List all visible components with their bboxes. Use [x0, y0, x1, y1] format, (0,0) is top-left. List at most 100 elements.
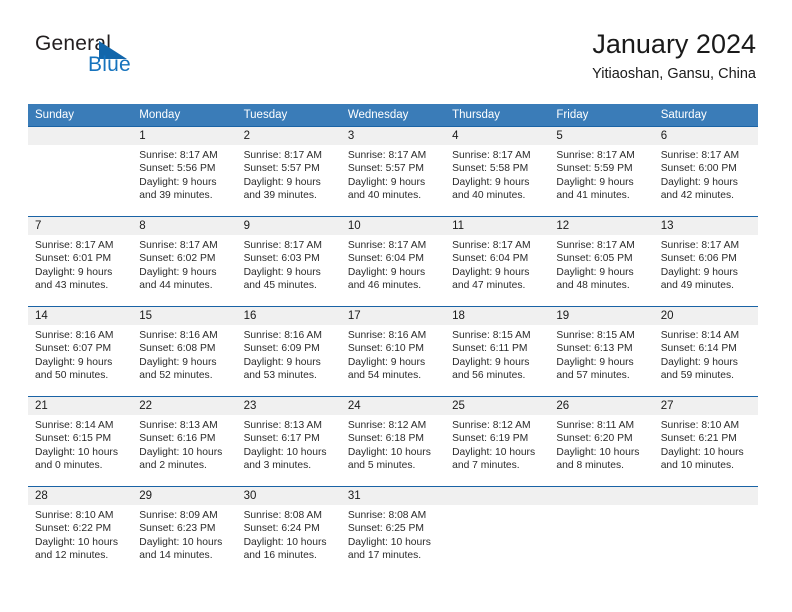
day-cell[interactable]: Sunrise: 8:17 AM Sunset: 6:03 PM Dayligh… — [237, 235, 341, 306]
daylight-text: Daylight: 9 hours — [556, 266, 634, 278]
day-number[interactable]: 14 — [28, 307, 132, 325]
day-cell[interactable]: Sunrise: 8:16 AM Sunset: 6:07 PM Dayligh… — [28, 325, 132, 396]
day-number[interactable] — [549, 487, 653, 505]
day-number[interactable]: 2 — [237, 127, 341, 145]
sunrise-text: Sunrise: 8:12 AM — [452, 420, 531, 431]
sunset-text: Sunset: 5:56 PM — [139, 163, 216, 175]
day-cell[interactable]: Sunrise: 8:17 AM Sunset: 5:57 PM Dayligh… — [341, 145, 445, 216]
day-number[interactable] — [654, 487, 758, 505]
day-cell[interactable]: Sunrise: 8:12 AM Sunset: 6:19 PM Dayligh… — [445, 415, 549, 486]
day-number[interactable]: 13 — [654, 217, 758, 235]
week-detail-row: Sunrise: 8:14 AM Sunset: 6:15 PM Dayligh… — [28, 415, 758, 486]
day-cell[interactable]: Sunrise: 8:09 AM Sunset: 6:23 PM Dayligh… — [132, 505, 236, 576]
day-cell[interactable]: Sunrise: 8:17 AM Sunset: 6:02 PM Dayligh… — [132, 235, 236, 306]
day-number[interactable]: 12 — [549, 217, 653, 235]
daylight-text: Daylight: 10 hours — [556, 446, 640, 458]
day-cell[interactable]: Sunrise: 8:17 AM Sunset: 5:56 PM Dayligh… — [132, 145, 236, 216]
day-number[interactable]: 15 — [132, 307, 236, 325]
sunset-text: Sunset: 6:01 PM — [35, 253, 112, 265]
day-cell[interactable] — [28, 145, 132, 216]
day-cell[interactable]: Sunrise: 8:17 AM Sunset: 6:04 PM Dayligh… — [445, 235, 549, 306]
day-cell[interactable]: Sunrise: 8:16 AM Sunset: 6:08 PM Dayligh… — [132, 325, 236, 396]
day-number[interactable]: 10 — [341, 217, 445, 235]
sunrise-text: Sunrise: 8:17 AM — [243, 150, 322, 161]
day-cell[interactable]: Sunrise: 8:14 AM Sunset: 6:14 PM Dayligh… — [654, 325, 758, 396]
day-number[interactable]: 17 — [341, 307, 445, 325]
day-cell[interactable]: Sunrise: 8:16 AM Sunset: 6:09 PM Dayligh… — [237, 325, 341, 396]
day-cell[interactable]: Sunrise: 8:10 AM Sunset: 6:21 PM Dayligh… — [654, 415, 758, 486]
day-cell[interactable]: Sunrise: 8:15 AM Sunset: 6:11 PM Dayligh… — [445, 325, 549, 396]
day-number[interactable]: 31 — [341, 487, 445, 505]
sunset-text: Sunset: 6:22 PM — [35, 523, 112, 535]
day-cell[interactable]: Sunrise: 8:08 AM Sunset: 6:24 PM Dayligh… — [237, 505, 341, 576]
daylight-text: Daylight: 9 hours — [139, 356, 217, 368]
day-cell[interactable]: Sunrise: 8:12 AM Sunset: 6:18 PM Dayligh… — [341, 415, 445, 486]
day-cell[interactable]: Sunrise: 8:13 AM Sunset: 6:16 PM Dayligh… — [132, 415, 236, 486]
day-cell[interactable]: Sunrise: 8:14 AM Sunset: 6:15 PM Dayligh… — [28, 415, 132, 486]
sunset-text: Sunset: 6:24 PM — [243, 523, 320, 535]
daylight-text-cont: and 54 minutes. — [347, 369, 422, 381]
day-cell[interactable]: Sunrise: 8:15 AM Sunset: 6:13 PM Dayligh… — [549, 325, 653, 396]
day-number[interactable]: 26 — [549, 397, 653, 415]
day-number[interactable]: 21 — [28, 397, 132, 415]
day-number[interactable]: 20 — [654, 307, 758, 325]
daylight-text: Daylight: 9 hours — [556, 356, 634, 368]
day-number[interactable]: 6 — [654, 127, 758, 145]
day-number[interactable]: 7 — [28, 217, 132, 235]
dow-header-monday: Monday — [139, 109, 181, 121]
day-number[interactable]: 16 — [237, 307, 341, 325]
daylight-text-cont: and 47 minutes. — [452, 279, 526, 291]
calendar-week-row: 1 2 3 4 5 6 Sunrise: 8:17 AM Sunset: 5:5… — [28, 126, 758, 216]
day-cell[interactable]: Sunrise: 8:10 AM Sunset: 6:22 PM Dayligh… — [28, 505, 132, 576]
day-number[interactable]: 22 — [132, 397, 236, 415]
day-number[interactable]: 11 — [445, 217, 549, 235]
calendar-grid: Sunday Monday Tuesday Wednesday Thursday… — [28, 104, 758, 576]
day-number[interactable]: 28 — [28, 487, 132, 505]
daylight-text-cont: and 0 minutes. — [35, 459, 103, 471]
day-number[interactable]: 5 — [549, 127, 653, 145]
daylight-text: Daylight: 9 hours — [243, 266, 321, 278]
day-cell[interactable]: Sunrise: 8:17 AM Sunset: 6:05 PM Dayligh… — [549, 235, 653, 306]
day-cell[interactable]: Sunrise: 8:17 AM Sunset: 6:04 PM Dayligh… — [341, 235, 445, 306]
sunset-text: Sunset: 6:09 PM — [243, 343, 320, 355]
day-cell[interactable]: Sunrise: 8:17 AM Sunset: 5:58 PM Dayligh… — [445, 145, 549, 216]
day-cell[interactable]: Sunrise: 8:17 AM Sunset: 6:01 PM Dayligh… — [28, 235, 132, 306]
day-number[interactable]: 8 — [132, 217, 236, 235]
sunrise-text: Sunrise: 8:17 AM — [660, 240, 740, 251]
day-number[interactable] — [28, 127, 132, 145]
daylight-text-cont: and 40 minutes. — [347, 189, 422, 201]
dow-header-saturday: Saturday — [660, 109, 707, 121]
day-number[interactable]: 3 — [341, 127, 445, 145]
day-number[interactable]: 30 — [237, 487, 341, 505]
day-cell[interactable]: Sunrise: 8:11 AM Sunset: 6:20 PM Dayligh… — [549, 415, 653, 486]
day-number[interactable]: 19 — [549, 307, 653, 325]
day-number[interactable]: 4 — [445, 127, 549, 145]
day-number[interactable]: 23 — [237, 397, 341, 415]
day-cell[interactable] — [549, 505, 653, 576]
day-cell[interactable]: Sunrise: 8:17 AM Sunset: 6:06 PM Dayligh… — [654, 235, 758, 306]
sunrise-text: Sunrise: 8:13 AM — [243, 420, 322, 431]
day-cell[interactable] — [445, 505, 549, 576]
daylight-text-cont: and 57 minutes. — [556, 369, 630, 381]
day-number[interactable]: 24 — [341, 397, 445, 415]
day-number[interactable]: 29 — [132, 487, 236, 505]
day-number[interactable] — [445, 487, 549, 505]
day-cell[interactable]: Sunrise: 8:17 AM Sunset: 6:00 PM Dayligh… — [654, 145, 758, 216]
day-cell[interactable]: Sunrise: 8:17 AM Sunset: 5:57 PM Dayligh… — [237, 145, 341, 216]
day-number[interactable]: 25 — [445, 397, 549, 415]
sunrise-text: Sunrise: 8:12 AM — [347, 420, 427, 431]
day-cell[interactable] — [654, 505, 758, 576]
day-number[interactable]: 9 — [237, 217, 341, 235]
day-cell[interactable]: Sunrise: 8:16 AM Sunset: 6:10 PM Dayligh… — [341, 325, 445, 396]
day-number[interactable]: 18 — [445, 307, 549, 325]
day-number[interactable]: 27 — [654, 397, 758, 415]
sunset-text: Sunset: 5:58 PM — [452, 163, 529, 175]
sunset-text: Sunset: 6:05 PM — [556, 253, 633, 265]
generalblue-logo[interactable]: General Blue — [35, 32, 235, 84]
daylight-text: Daylight: 9 hours — [660, 176, 738, 188]
day-cell[interactable]: Sunrise: 8:17 AM Sunset: 5:59 PM Dayligh… — [549, 145, 653, 216]
day-number[interactable]: 1 — [132, 127, 236, 145]
day-cell[interactable]: Sunrise: 8:13 AM Sunset: 6:17 PM Dayligh… — [237, 415, 341, 486]
sunrise-text: Sunrise: 8:17 AM — [556, 150, 635, 161]
day-cell[interactable]: Sunrise: 8:08 AM Sunset: 6:25 PM Dayligh… — [341, 505, 445, 576]
